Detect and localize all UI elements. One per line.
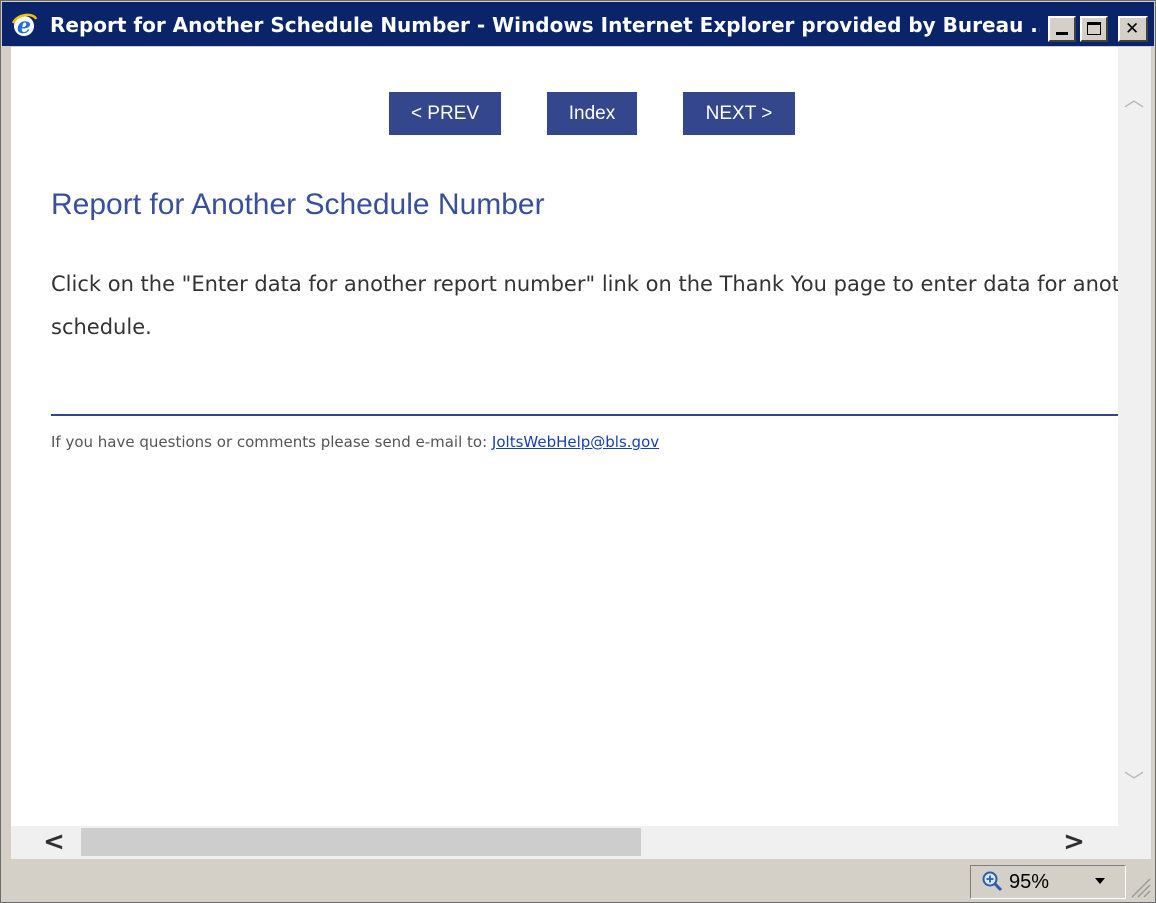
chevron-down-icon[interactable] (1095, 878, 1105, 884)
zoom-level: 95% (1009, 871, 1050, 893)
footer-text: If you have questions or comments please… (51, 433, 492, 451)
minimize-button[interactable] (1048, 16, 1076, 42)
divider (51, 414, 1118, 416)
zoom-icon (982, 871, 1003, 892)
page-title: Report for Another Schedule Number (51, 188, 545, 221)
scroll-left-icon[interactable]: < (39, 828, 69, 856)
vertical-scrollbar[interactable]: ︿ ﹀ (1118, 47, 1151, 826)
scroll-thumb[interactable] (81, 828, 641, 856)
close-button[interactable]: ✕ (1118, 16, 1148, 42)
zoom-control[interactable]: 95% (970, 865, 1126, 899)
window-title: Report for Another Schedule Number - Win… (50, 13, 1040, 37)
title-bar[interactable]: e Report for Another Schedule Number - W… (2, 2, 1154, 46)
scroll-down-icon[interactable]: ﹀ (1122, 769, 1146, 793)
index-button[interactable]: Index (547, 92, 637, 135)
horizontal-scrollbar[interactable]: < > (11, 826, 1118, 859)
close-icon: ✕ (1125, 19, 1140, 39)
footer: If you have questions or comments please… (51, 433, 659, 451)
scroll-up-icon[interactable]: ︿ (1122, 87, 1146, 111)
resize-grip-icon[interactable] (1126, 873, 1152, 899)
next-button[interactable]: NEXT > (683, 92, 795, 135)
browser-window: e Report for Another Schedule Number - W… (0, 0, 1156, 903)
ie-icon: e (11, 13, 38, 39)
instruction-text: Click on the "Enter data for another rep… (51, 272, 1118, 339)
email-link[interactable]: JoltsWebHelp@bls.gov (492, 433, 659, 451)
scroll-right-icon[interactable]: > (1059, 828, 1089, 856)
scrollbar-corner (1118, 826, 1151, 859)
page-content: < PREV Index NEXT > Report for Another S… (11, 47, 1118, 826)
status-bar: 95% (2, 859, 1154, 902)
prev-button[interactable]: < PREV (389, 92, 501, 135)
maximize-button[interactable] (1080, 16, 1108, 42)
